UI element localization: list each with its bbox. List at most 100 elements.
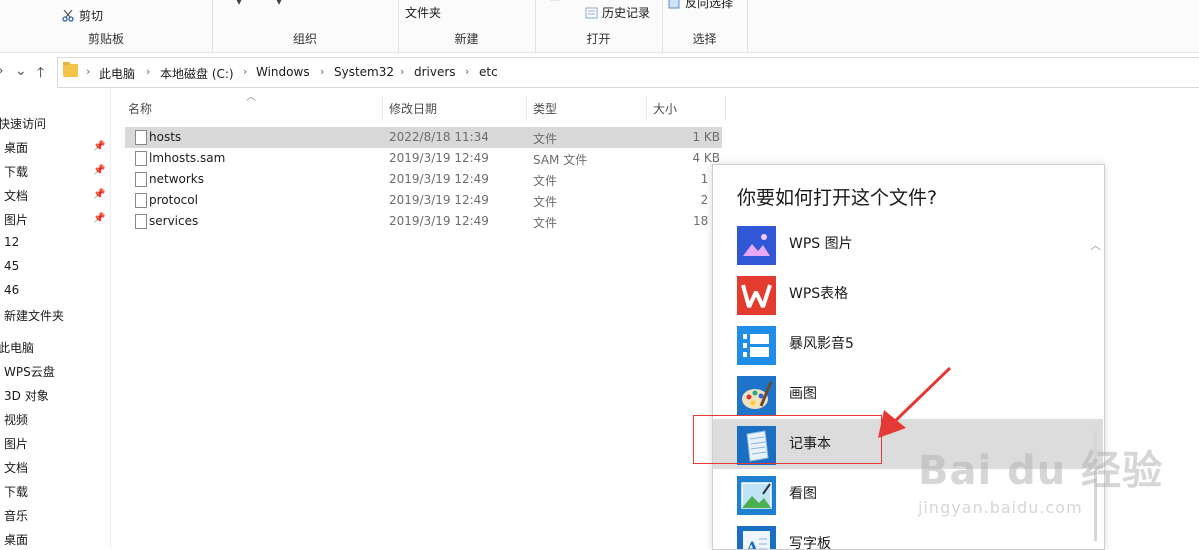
address-bar[interactable]: › 此电脑 › 本地磁盘 (C:) › Windows › System32 ›… bbox=[57, 57, 1199, 88]
column-header-name[interactable]: 名称 bbox=[128, 100, 152, 117]
file-name: networks bbox=[149, 172, 204, 186]
breadcrumb-local-disk[interactable]: 本地磁盘 (C:) bbox=[160, 65, 234, 82]
sidebar-item-quick-access[interactable]: 快速访问 bbox=[0, 115, 46, 132]
chevron-right-icon: › bbox=[320, 65, 325, 78]
sidebar-item-desktop[interactable]: 桌面 bbox=[4, 139, 28, 156]
new-group-label: 新建 bbox=[454, 32, 479, 46]
invert-selection-label: 反向选择 bbox=[685, 0, 734, 10]
open-group-label: 打开 bbox=[586, 32, 611, 46]
sidebar-item-music[interactable]: 音乐 bbox=[4, 507, 28, 524]
breadcrumb-etc[interactable]: etc bbox=[479, 65, 498, 79]
file-row-lmhosts[interactable]: lmhosts.sam 2019/3/19 12:49 SAM 文件 4 KB bbox=[125, 148, 722, 169]
dialog-title: 你要如何打开这个文件? bbox=[737, 187, 938, 209]
chevron-down-icon[interactable]: ⌄ bbox=[15, 63, 27, 79]
move-to-dropdown[interactable]: ▾ bbox=[236, 0, 242, 8]
column-divider[interactable] bbox=[526, 96, 527, 120]
cut-label: 剪切 bbox=[79, 9, 104, 23]
file-icon bbox=[135, 151, 147, 166]
chevron-right-icon[interactable]: › bbox=[0, 63, 4, 79]
breadcrumb-system32[interactable]: System32 bbox=[334, 65, 394, 79]
column-divider[interactable] bbox=[382, 96, 383, 120]
sidebar-item-downloads-pc[interactable]: 下载 bbox=[4, 483, 28, 500]
svg-text:A: A bbox=[745, 538, 759, 550]
delete-button[interactable]: ▭ bbox=[316, 0, 327, 2]
sidebar-item-46[interactable]: 46 bbox=[4, 283, 19, 297]
file-row-networks[interactable]: networks 2019/3/19 12:49 文件 1 K bbox=[125, 169, 722, 190]
sidebar-item-3d-objects[interactable]: 3D 对象 bbox=[4, 387, 49, 404]
watermark-brand: Bai du 经验 bbox=[918, 448, 1164, 494]
file-type: 文件 bbox=[533, 216, 558, 230]
history-icon bbox=[585, 7, 599, 19]
clipboard-group: 剪切 剪贴板 bbox=[0, 0, 213, 52]
chevron-right-icon: › bbox=[400, 65, 405, 78]
cut-button[interactable]: 剪切 bbox=[62, 7, 103, 24]
chevron-right-icon: › bbox=[465, 65, 470, 78]
file-type: 文件 bbox=[533, 195, 558, 209]
new-group: 文件夹 新建 bbox=[398, 0, 536, 52]
photo-viewer-icon bbox=[737, 476, 776, 515]
navigation-pane: 快速访问 桌面 📌 下载 📌 文档 📌 图片 📌 12 45 46 新建文件夹 … bbox=[0, 88, 111, 548]
sidebar-item-12[interactable]: 12 bbox=[4, 235, 19, 249]
file-row-services[interactable]: services 2019/3/19 12:49 文件 18 K bbox=[125, 211, 722, 232]
open-group: ▭ 历史记录 打开 bbox=[535, 0, 663, 52]
watermark: Bai du 经验 jingyan.baidu.com bbox=[918, 438, 1163, 517]
file-icon bbox=[135, 172, 147, 187]
column-divider[interactable] bbox=[725, 96, 726, 120]
sidebar-item-desktop-pc[interactable]: 桌面 bbox=[4, 531, 28, 548]
chevron-right-icon: › bbox=[243, 65, 248, 78]
breadcrumb-windows[interactable]: Windows bbox=[256, 65, 310, 79]
paint-palette-icon bbox=[737, 376, 776, 415]
sidebar-item-videos[interactable]: 视频 bbox=[4, 411, 28, 428]
file-row-protocol[interactable]: protocol 2019/3/19 12:49 文件 2 K bbox=[125, 190, 722, 211]
app-name: 暴风影音5 bbox=[789, 336, 854, 352]
chevron-up-icon[interactable]: ︿ bbox=[1090, 237, 1101, 253]
copy-to-dropdown[interactable]: ▾ bbox=[276, 0, 282, 8]
pin-icon: 📌 bbox=[93, 141, 106, 152]
file-name: protocol bbox=[149, 193, 198, 207]
organize-group: ▾ ▾ ▭ 组织 bbox=[212, 0, 399, 52]
wps-spreadsheet-icon bbox=[737, 276, 776, 315]
breadcrumb-drivers[interactable]: drivers bbox=[414, 65, 456, 79]
file-size: 4 KB bbox=[692, 151, 720, 165]
breadcrumb-this-pc[interactable]: 此电脑 bbox=[99, 65, 135, 82]
up-arrow-icon[interactable]: 🡑 bbox=[37, 62, 44, 86]
watermark-url: jingyan.baidu.com bbox=[918, 498, 1083, 517]
pin-icon: 📌 bbox=[93, 189, 106, 200]
file-row-hosts[interactable]: hosts 2022/8/18 11:34 文件 1 KB bbox=[125, 127, 722, 148]
invert-selection-button[interactable]: 反向选择 bbox=[668, 0, 733, 11]
sidebar-item-pictures[interactable]: 图片 bbox=[4, 211, 28, 228]
pin-icon: 📌 bbox=[93, 165, 106, 176]
sidebar-item-documents[interactable]: 文档 bbox=[4, 187, 28, 204]
sidebar-item-new-folder[interactable]: 新建文件夹 bbox=[4, 307, 64, 324]
sidebar-item-this-pc[interactable]: 此电脑 bbox=[0, 339, 34, 356]
file-name: hosts bbox=[149, 130, 182, 144]
sort-ascending-icon: ︿ bbox=[246, 92, 256, 103]
chevron-right-icon: › bbox=[86, 65, 91, 78]
app-option-wps-spreadsheet[interactable]: WPS表格 bbox=[713, 269, 1103, 319]
invert-selection-icon bbox=[668, 0, 682, 9]
sidebar-item-45[interactable]: 45 bbox=[4, 259, 19, 273]
column-divider[interactable] bbox=[646, 96, 647, 120]
ribbon: 剪切 剪贴板 ▾ ▾ ▭ 组织 文件夹 新建 ▭ 历史记录 打开 反向选择 选择 bbox=[0, 0, 1199, 53]
navigation-bar: › ⌄ 🡑 › 此电脑 › 本地磁盘 (C:) › Windows › Syst… bbox=[0, 57, 1199, 88]
history-button[interactable]: 历史记录 bbox=[585, 4, 650, 21]
file-size: 1 KB bbox=[692, 130, 720, 144]
new-folder-button[interactable]: 文件夹 bbox=[405, 4, 441, 21]
history-label: 历史记录 bbox=[602, 6, 651, 20]
sidebar-item-wps-cloud[interactable]: WPS云盘 bbox=[4, 363, 55, 380]
file-date: 2019/3/19 12:49 bbox=[389, 214, 489, 228]
file-icon bbox=[135, 193, 147, 208]
scissors-icon bbox=[62, 9, 76, 22]
app-option-wps-picture[interactable]: WPS 图片 bbox=[713, 219, 1103, 269]
annotation-highlight-box bbox=[693, 415, 882, 464]
app-name: 写字板 bbox=[789, 536, 831, 550]
properties-icon[interactable]: ▭ bbox=[549, 0, 560, 4]
column-header-type[interactable]: 类型 bbox=[533, 100, 557, 117]
file-name: lmhosts.sam bbox=[149, 151, 226, 165]
sidebar-item-documents-pc[interactable]: 文档 bbox=[4, 459, 28, 476]
sidebar-item-downloads[interactable]: 下载 bbox=[4, 163, 28, 180]
column-header-size[interactable]: 大小 bbox=[653, 100, 677, 117]
app-option-wordpad[interactable]: A 写字板 bbox=[713, 519, 1103, 550]
sidebar-item-pictures-pc[interactable]: 图片 bbox=[4, 435, 28, 452]
column-header-date[interactable]: 修改日期 bbox=[389, 100, 437, 117]
